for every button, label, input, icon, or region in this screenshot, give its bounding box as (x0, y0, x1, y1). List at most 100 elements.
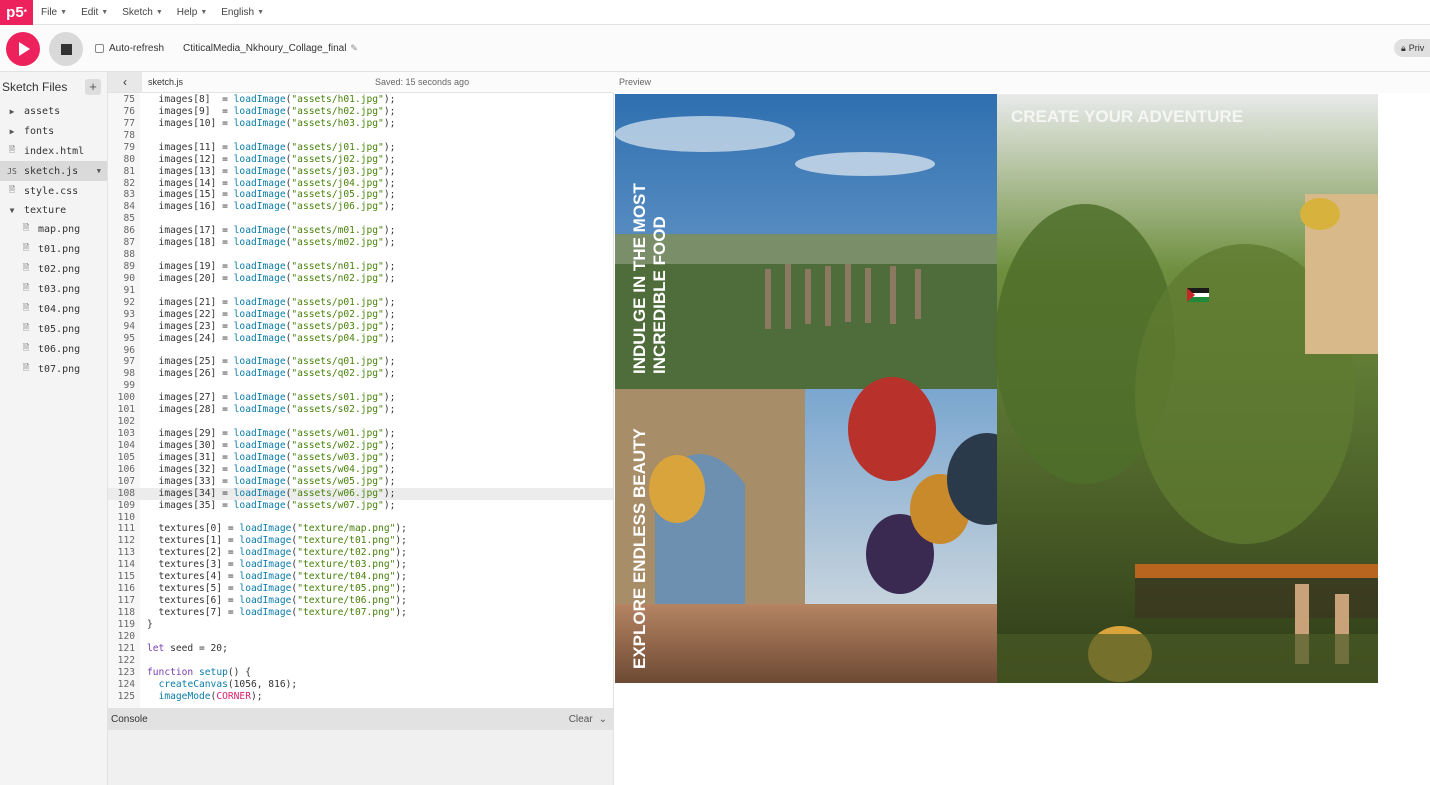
sidebar-item-map-png[interactable]: 🗎︎ map.png (0, 219, 107, 239)
code-line[interactable]: 105 images[31] = loadImage("assets/w03.j… (108, 452, 613, 464)
code-line[interactable]: 91 (108, 285, 613, 297)
code-line[interactable]: 112 textures[1] = loadImage("texture/t01… (108, 535, 613, 547)
menu-sketch[interactable]: Sketch ▼ (122, 7, 163, 18)
sidebar-item-style-css[interactable]: 🗎︎ style.css (0, 181, 107, 201)
sidebar-item-t07-png[interactable]: 🗎︎ t07.png (0, 359, 107, 379)
code-line[interactable]: 123 function setup() { (108, 667, 613, 679)
code-line[interactable]: 78 (108, 130, 613, 142)
menu-language[interactable]: English ▼ (221, 7, 264, 18)
auto-refresh-checkbox[interactable] (95, 44, 104, 53)
sidebar-item-sketch-js[interactable]: JS sketch.js ▼ (0, 161, 107, 181)
code-line[interactable]: 82 images[14] = loadImage("assets/j04.jp… (108, 178, 613, 190)
privacy-button[interactable]: 🔒︎ Priv (1394, 39, 1430, 57)
code-line[interactable]: 111 textures[0] = loadImage("texture/map… (108, 523, 613, 535)
code-line[interactable]: 83 images[15] = loadImage("assets/j05.jp… (108, 189, 613, 201)
menu-edit[interactable]: Edit ▼ (81, 7, 108, 18)
sidebar-item-label: t04.png (38, 303, 81, 315)
sidebar-item-t06-png[interactable]: 🗎︎ t06.png (0, 339, 107, 359)
code-line[interactable]: 88 (108, 249, 613, 261)
play-button[interactable] (6, 32, 40, 66)
code-line[interactable]: 75 images[8] = loadImage("assets/h01.jpg… (108, 94, 613, 106)
line-content: images[23] = loadImage("assets/p03.jpg")… (147, 320, 396, 332)
code-line[interactable]: 76 images[9] = loadImage("assets/h02.jpg… (108, 106, 613, 118)
sidebar-item-label: t07.png (38, 363, 81, 375)
code-line[interactable]: 115 textures[4] = loadImage("texture/t04… (108, 571, 613, 583)
code-line[interactable]: 92 images[21] = loadImage("assets/p01.jp… (108, 297, 613, 309)
code-line[interactable]: 100 images[27] = loadImage("assets/s01.j… (108, 392, 613, 404)
auto-refresh-toggle[interactable]: Auto-refresh (95, 43, 164, 54)
code-line[interactable]: 94 images[23] = loadImage("assets/p03.jp… (108, 321, 613, 333)
code-line[interactable]: 87 images[18] = loadImage("assets/m02.jp… (108, 237, 613, 249)
code-line[interactable]: 86 images[17] = loadImage("assets/m01.jp… (108, 225, 613, 237)
line-number: 122 (117, 654, 135, 666)
code-line[interactable]: 77 images[10] = loadImage("assets/h03.jp… (108, 118, 613, 130)
line-number: 93 (123, 308, 135, 320)
line-content: images[35] = loadImage("assets/w07.jpg")… (147, 499, 396, 511)
line-content: textures[2] = loadImage("texture/t02.png… (147, 547, 407, 559)
code-line[interactable]: 113 textures[2] = loadImage("texture/t02… (108, 547, 613, 559)
code-line[interactable]: 121 let seed = 20; (108, 643, 613, 655)
code-line[interactable]: 99 (108, 380, 613, 392)
code-line[interactable]: 93 images[22] = loadImage("assets/p02.jp… (108, 309, 613, 321)
code-line[interactable]: 114 textures[3] = loadImage("texture/t03… (108, 559, 613, 571)
line-number: 104 (117, 439, 135, 451)
code-line[interactable]: 106 images[32] = loadImage("assets/w04.j… (108, 464, 613, 476)
sidebar-item-texture[interactable]: ▼ texture (0, 201, 107, 219)
caret-down-icon[interactable]: ▼ (97, 167, 101, 175)
stop-button[interactable] (49, 32, 83, 66)
sidebar-item-t05-png[interactable]: 🗎︎ t05.png (0, 319, 107, 339)
line-content: images[19] = loadImage("assets/n01.jpg")… (147, 261, 396, 273)
line-number: 80 (123, 153, 135, 165)
code-line[interactable]: 118 textures[7] = loadImage("texture/t07… (108, 607, 613, 619)
sidebar-item-assets[interactable]: ▶ assets (0, 101, 107, 121)
code-line[interactable]: 125 imageMode(CORNER); (108, 691, 613, 703)
code-line[interactable]: 98 images[26] = loadImage("assets/q02.jp… (108, 368, 613, 380)
code-line[interactable]: 120 (108, 631, 613, 643)
code-line[interactable]: 110 (108, 512, 613, 524)
menu-file[interactable]: File ▼ (41, 7, 67, 18)
p5-logo[interactable]: p5 * (0, 0, 33, 25)
code-line[interactable]: 103 images[29] = loadImage("assets/w01.j… (108, 428, 613, 440)
menu-help[interactable]: Help ▼ (177, 7, 208, 18)
sidebar-item-t02-png[interactable]: 🗎︎ t02.png (0, 259, 107, 279)
code-line[interactable]: 80 images[12] = loadImage("assets/j02.jp… (108, 154, 613, 166)
code-line[interactable]: 108 images[34] = loadImage("assets/w06.j… (108, 487, 613, 500)
code-line[interactable]: 90 images[20] = loadImage("assets/n02.jp… (108, 273, 613, 285)
pencil-icon[interactable]: ✎ (350, 43, 358, 54)
sidebar-item-label: sketch.js (24, 165, 79, 177)
sidebar-item-t04-png[interactable]: 🗎︎ t04.png (0, 299, 107, 319)
line-content: images[30] = loadImage("assets/w02.jpg")… (147, 439, 396, 451)
code-line[interactable]: 116 textures[5] = loadImage("texture/t05… (108, 583, 613, 595)
code-line[interactable]: 95 images[24] = loadImage("assets/p04.jp… (108, 333, 613, 345)
code-line[interactable]: 89 images[19] = loadImage("assets/n01.jp… (108, 261, 613, 273)
code-line[interactable]: 117 textures[6] = loadImage("texture/t06… (108, 595, 613, 607)
code-editor[interactable]: 75 images[8] = loadImage("assets/h01.jpg… (108, 93, 613, 708)
code-line[interactable]: 81 images[13] = loadImage("assets/j03.jp… (108, 166, 613, 178)
line-number: 114 (117, 559, 135, 571)
code-line[interactable]: 96 (108, 345, 613, 357)
plus-icon[interactable]: + (85, 78, 101, 95)
sidebar-item-t01-png[interactable]: 🗎︎ t01.png (0, 239, 107, 259)
code-line[interactable]: 97 images[25] = loadImage("assets/q01.jp… (108, 356, 613, 368)
sidebar-item-index-html[interactable]: 🗎︎ index.html (0, 141, 107, 161)
console-clear-button[interactable]: Clear (569, 714, 593, 725)
code-line[interactable]: 122 (108, 655, 613, 667)
project-name[interactable]: CtiticalMedia_Nkhoury_Collage_final ✎ (183, 43, 358, 54)
code-line[interactable]: 101 images[28] = loadImage("assets/s02.j… (108, 404, 613, 416)
collapse-sidebar-button[interactable]: ‹ (108, 72, 142, 92)
code-line[interactable]: 84 images[16] = loadImage("assets/j06.jp… (108, 201, 613, 213)
line-number: 125 (117, 690, 135, 702)
code-line[interactable]: 102 (108, 416, 613, 428)
code-line[interactable]: 85 (108, 213, 613, 225)
chevron-down-icon[interactable]: ⌄ (599, 714, 607, 725)
caret-down-icon: ▼ (200, 8, 208, 16)
sidebar-item-fonts[interactable]: ▶ fonts (0, 121, 107, 141)
code-line[interactable]: 109 images[35] = loadImage("assets/w07.j… (108, 500, 613, 512)
sketch-canvas[interactable]: CREATE YOUR ADVENTURE INDULGE IN THE MOS… (615, 94, 1378, 683)
code-line[interactable]: 107 images[33] = loadImage("assets/w05.j… (108, 476, 613, 488)
sidebar-item-t03-png[interactable]: 🗎︎ t03.png (0, 279, 107, 299)
code-line[interactable]: 104 images[30] = loadImage("assets/w02.j… (108, 440, 613, 452)
code-line[interactable]: 79 images[11] = loadImage("assets/j01.jp… (108, 142, 613, 154)
code-line[interactable]: 124 createCanvas(1056, 816); (108, 679, 613, 691)
code-line[interactable]: 119} (108, 619, 613, 631)
